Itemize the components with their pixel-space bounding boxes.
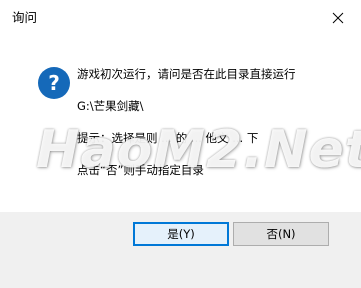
no-button[interactable]: 否(N) (233, 222, 329, 246)
message-line-no-hint: 点击“否”则手动指定目录 (77, 163, 204, 177)
yes-button[interactable]: 是(Y) (133, 222, 229, 246)
question-dialog: 询问 ? 游戏初次运行，请问是否在此目录直接运行 G:\芒果剑藏\ 提示：选择是… (0, 0, 361, 288)
dialog-title: 询问 (12, 10, 38, 25)
message-line-hint: 提示：选择是则 ... 的 ... 他文 ... 下 (77, 131, 259, 145)
button-bar: 是(Y) 否(N) (0, 212, 361, 288)
message-line-path: G:\芒果剑藏\ (77, 99, 144, 113)
message-area: ? 游戏初次运行，请问是否在此目录直接运行 G:\芒果剑藏\ 提示：选择是则 .… (0, 36, 361, 212)
question-icon: ? (38, 67, 70, 99)
close-icon (332, 12, 344, 24)
message-line-prompt: 游戏初次运行，请问是否在此目录直接运行 (77, 67, 296, 81)
title-bar: 询问 (0, 0, 361, 36)
close-button[interactable] (315, 0, 361, 36)
